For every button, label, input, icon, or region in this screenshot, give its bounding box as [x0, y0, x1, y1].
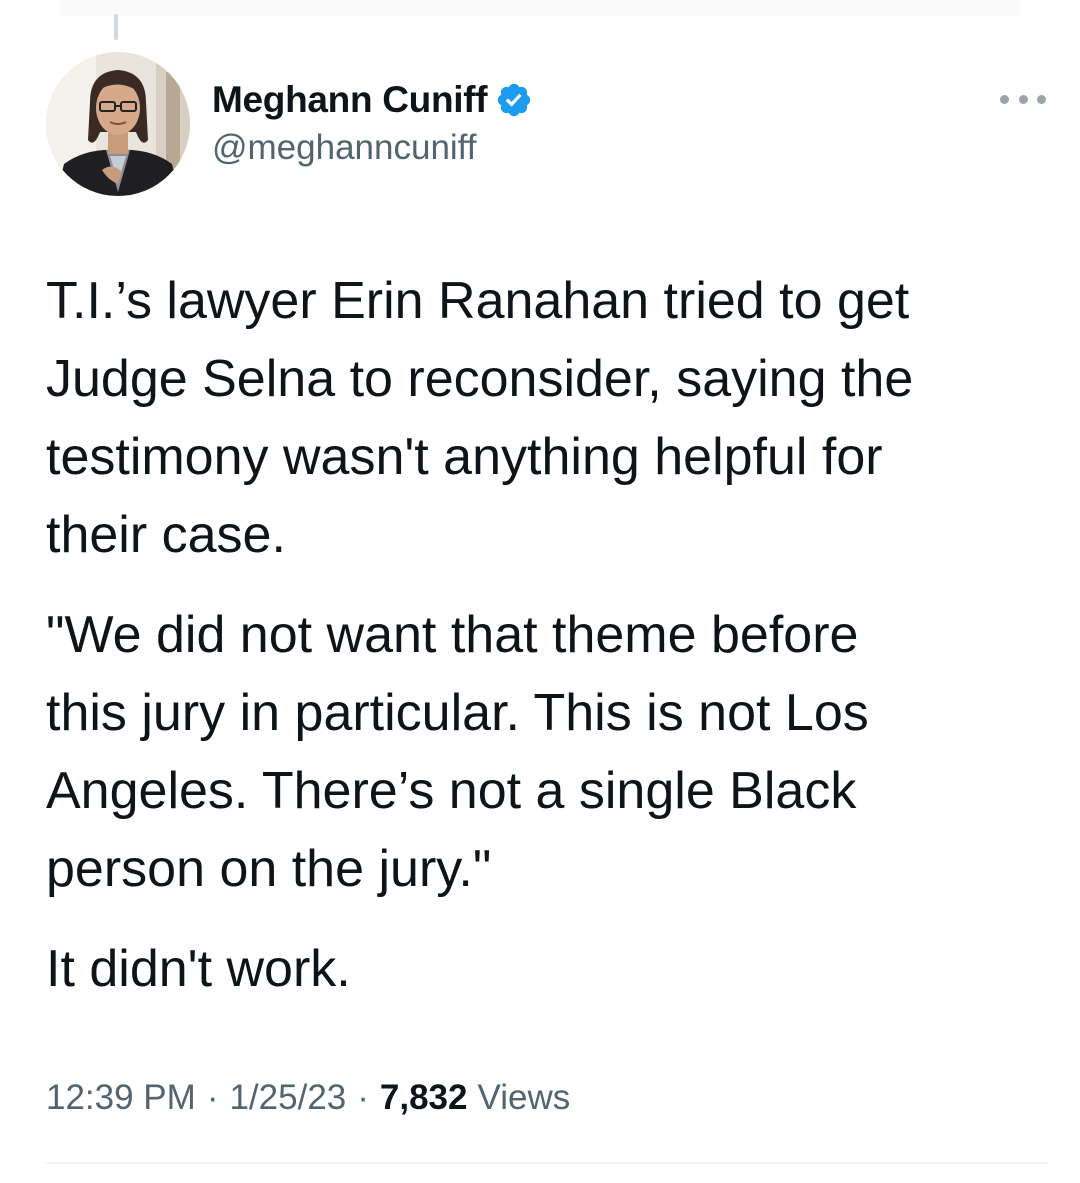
tweet-time[interactable]: 12:39 PM: [46, 1078, 196, 1118]
views-label: Views: [477, 1078, 571, 1117]
avatar[interactable]: [46, 52, 190, 196]
meta-separator: ·: [206, 1078, 219, 1117]
previous-tweet-edge: [60, 0, 1020, 16]
verified-badge-icon: [495, 81, 533, 119]
author-handle[interactable]: @meghanncuniff: [212, 128, 477, 168]
tweet-paragraph: T.I.’s lawyer Erin Ranahan tried to get …: [46, 272, 914, 564]
more-dot: [1018, 94, 1028, 104]
tweet-text: T.I.’s lawyer Erin Ranahan tried to get …: [46, 262, 1046, 1008]
thread-connector-line: [114, 14, 118, 40]
tweet-meta: 12:39 PM · 1/25/23 · 7,832 Views: [46, 1078, 570, 1118]
more-dot: [1000, 94, 1009, 104]
meta-separator: ·: [357, 1078, 369, 1117]
tweet-paragraph: "We did not want that theme before this …: [46, 606, 869, 898]
divider: [46, 1162, 1048, 1164]
tweet-paragraph: It didn't work.: [46, 940, 351, 998]
more-dot: [1037, 94, 1046, 104]
author-display-name[interactable]: Meghann Cuniff: [212, 79, 488, 121]
avatar-photo: [46, 52, 190, 196]
views-count[interactable]: 7,832: [380, 1078, 468, 1118]
more-options-icon[interactable]: [1000, 84, 1046, 114]
tweet-date[interactable]: 1/25/23: [229, 1078, 346, 1118]
author-name-row[interactable]: Meghann Cuniff: [212, 76, 533, 124]
